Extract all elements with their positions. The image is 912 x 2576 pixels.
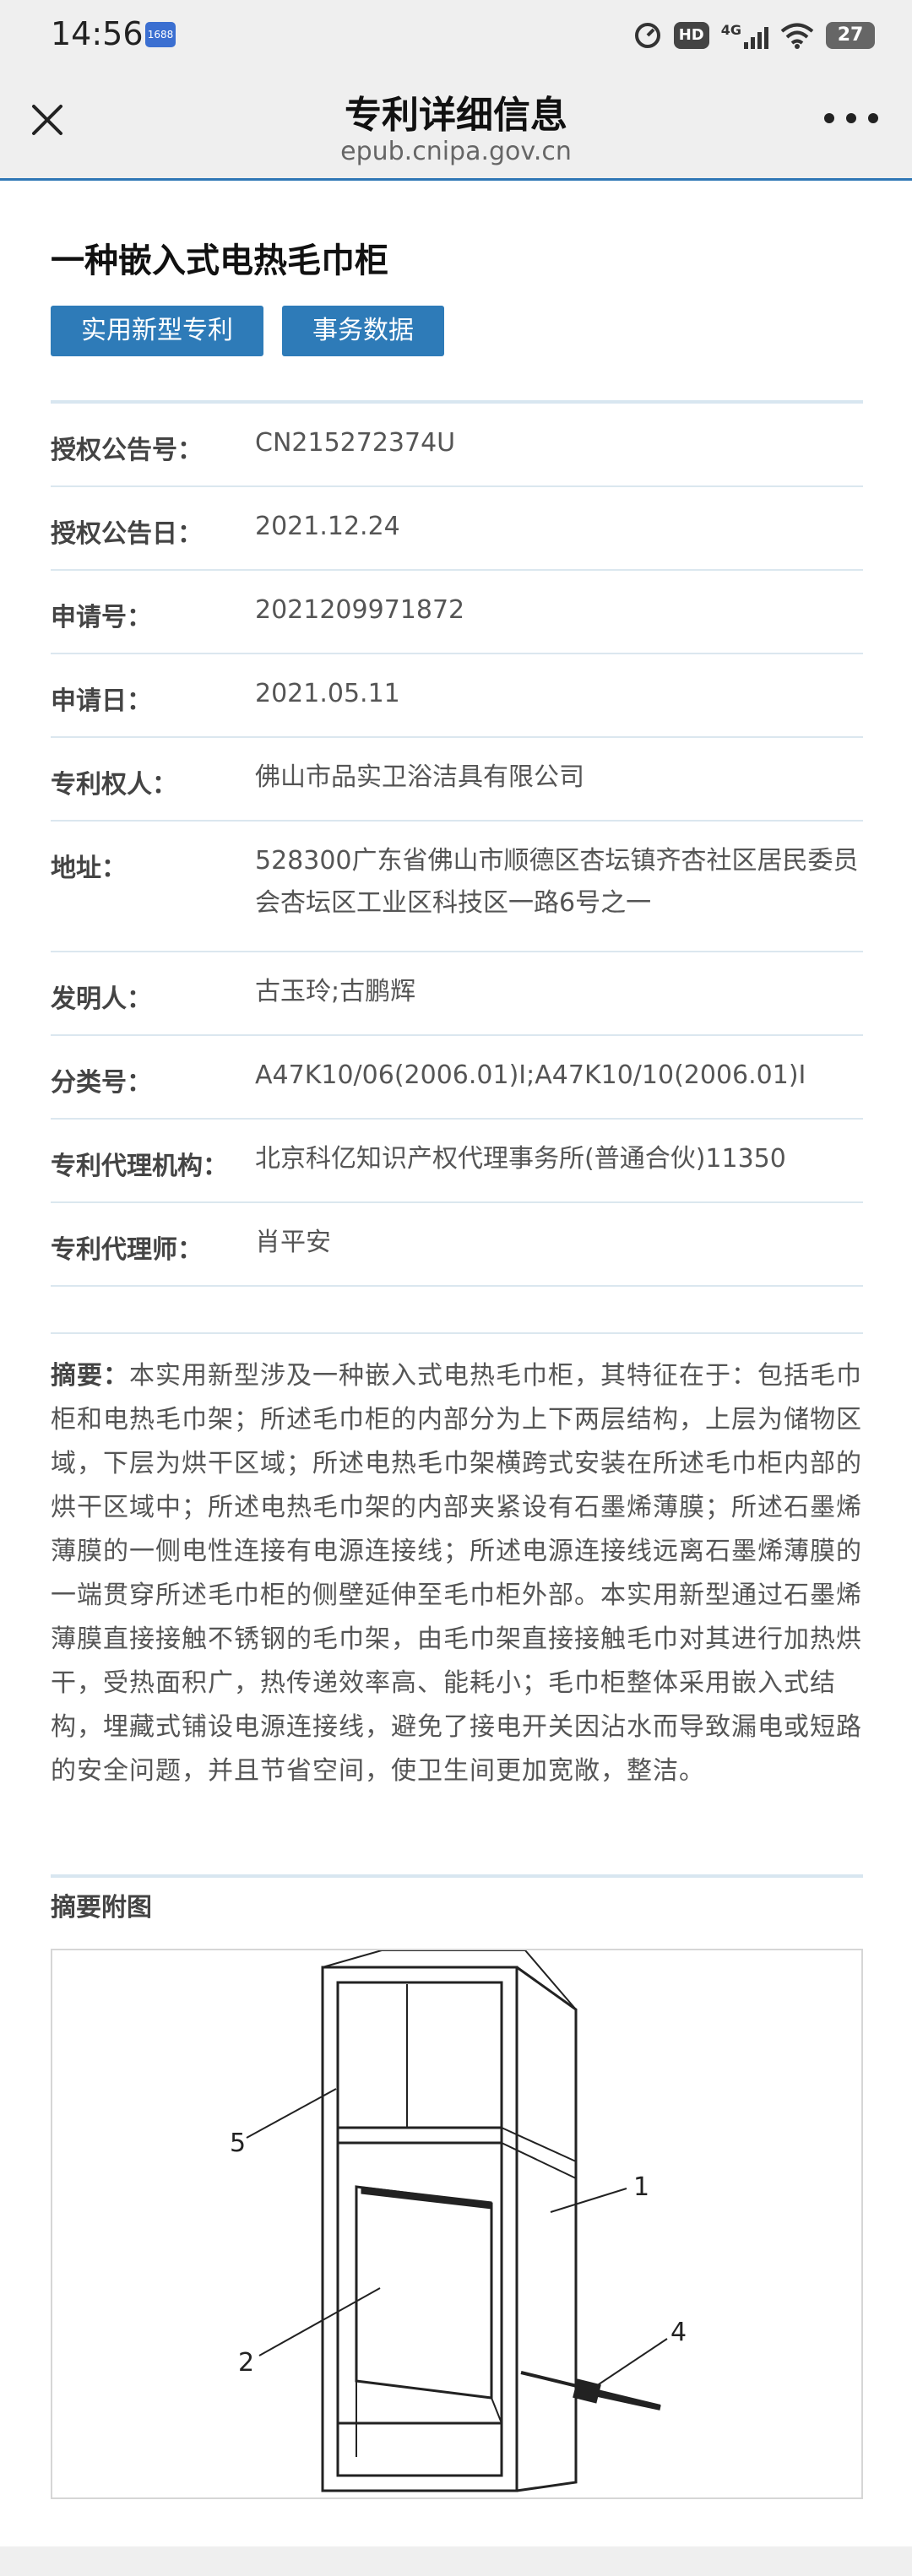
info-row: 授权公告日： 2021.12.24 (51, 487, 863, 571)
network-icon: 4G (721, 22, 768, 49)
info-value: 肖平安 (255, 1228, 331, 1257)
divider (51, 1874, 863, 1878)
more-menu-icon[interactable] (824, 108, 878, 128)
info-value: CN215272374U (255, 428, 456, 458)
page-title: 专利详细信息 (345, 94, 567, 137)
info-label: 专利权人： (51, 770, 177, 800)
info-value: A47K10/06(2006.01)I;A47K10/10(2006.01)I (255, 1060, 806, 1090)
info-row: 申请日： 2021.05.11 (51, 654, 863, 738)
info-value: 2021209971872 (255, 595, 465, 625)
app-notification-icon: 1688 (145, 22, 176, 47)
speedometer-icon (634, 23, 660, 48)
status-icons: HD 4G 27 (633, 19, 875, 52)
info-label: 专利代理机构： (51, 1152, 228, 1181)
info-label: 发明人： (51, 984, 152, 1014)
info-value: 528300广东省佛山市顺德区杏坛镇齐杏社区居民委员会杏坛区工业区科技区一路6号… (255, 846, 859, 918)
info-row: 地址： 528300广东省佛山市顺德区杏坛镇齐杏社区居民委员会杏坛区工业区科技区… (51, 822, 863, 952)
status-bar: 14:56 1688 HD 4G 27 (0, 0, 912, 71)
info-row: 授权公告号： CN215272374U (51, 404, 863, 487)
network-label: 4G (720, 22, 741, 38)
figure-title: 摘要附图 (51, 1893, 152, 1923)
abstract-figure: 5 1 2 4 (51, 1949, 863, 2499)
info-value: 佛山市品实卫浴洁具有限公司 (255, 762, 584, 792)
utility-model-button[interactable]: 实用新型专利 (51, 306, 263, 356)
figure-label: 4 (670, 2318, 687, 2347)
info-value: 北京科亿知识产权代理事务所(普通合伙)11350 (255, 1144, 786, 1174)
top-bar: 14:56 1688 HD 4G 27 专利详细信息 epub.cnipa.go… (0, 0, 912, 181)
patent-action-buttons: 实用新型专利 事务数据 (51, 306, 444, 356)
abstract: 摘要：本实用新型涉及一种嵌入式电热毛巾柜，其特征在于：包括毛巾柜和电热毛巾架；所… (51, 1354, 863, 1793)
info-row: 分类号： A47K10/06(2006.01)I;A47K10/10(2006.… (51, 1036, 863, 1120)
info-value: 2021.12.24 (255, 512, 400, 541)
towel-cabinet-drawing: 5 1 2 4 (230, 1950, 687, 2492)
wifi-icon (780, 23, 814, 49)
patent-title: 一种嵌入式电热毛巾柜 (51, 241, 388, 280)
page-header: 专利详细信息 epub.cnipa.gov.cn (0, 71, 912, 181)
figure-label: 2 (238, 2348, 254, 2378)
info-row: 专利代理师： 肖平安 (51, 1203, 863, 1287)
info-label: 申请号： (51, 603, 152, 632)
abstract-label: 摘要： (51, 1361, 129, 1391)
abstract-text: 本实用新型涉及一种嵌入式电热毛巾柜，其特征在于：包括毛巾柜和电热毛巾架；所述毛巾… (51, 1361, 862, 1786)
info-label: 分类号： (51, 1068, 152, 1098)
bottom-bar (0, 2546, 912, 2576)
transaction-data-button[interactable]: 事务数据 (282, 306, 444, 356)
hd-icon: HD (673, 22, 709, 49)
info-row: 发明人： 古玉玲;古鹏辉 (51, 952, 863, 1036)
info-row: 申请号： 2021209971872 (51, 571, 863, 654)
patent-info-table: 授权公告号： CN215272374U 授权公告日： 2021.12.24 申请… (51, 404, 863, 1287)
info-row: 专利代理机构： 北京科亿知识产权代理事务所(普通合伙)11350 (51, 1120, 863, 1203)
figure-label: 1 (633, 2172, 649, 2202)
page-url: epub.cnipa.gov.cn (340, 137, 572, 166)
info-label: 授权公告日： (51, 519, 203, 549)
info-value: 2021.05.11 (255, 679, 400, 708)
divider (51, 1332, 863, 1334)
status-time: 14:56 (51, 15, 144, 52)
info-label: 申请日： (51, 686, 152, 716)
figure-label: 5 (230, 2129, 246, 2158)
info-label: 授权公告号： (51, 436, 203, 465)
info-label: 地址： (51, 854, 127, 883)
info-value: 古玉玲;古鹏辉 (255, 977, 416, 1006)
info-row: 专利权人： 佛山市品实卫浴洁具有限公司 (51, 738, 863, 822)
info-label: 专利代理师： (51, 1235, 203, 1265)
battery-icon: 27 (826, 22, 875, 49)
